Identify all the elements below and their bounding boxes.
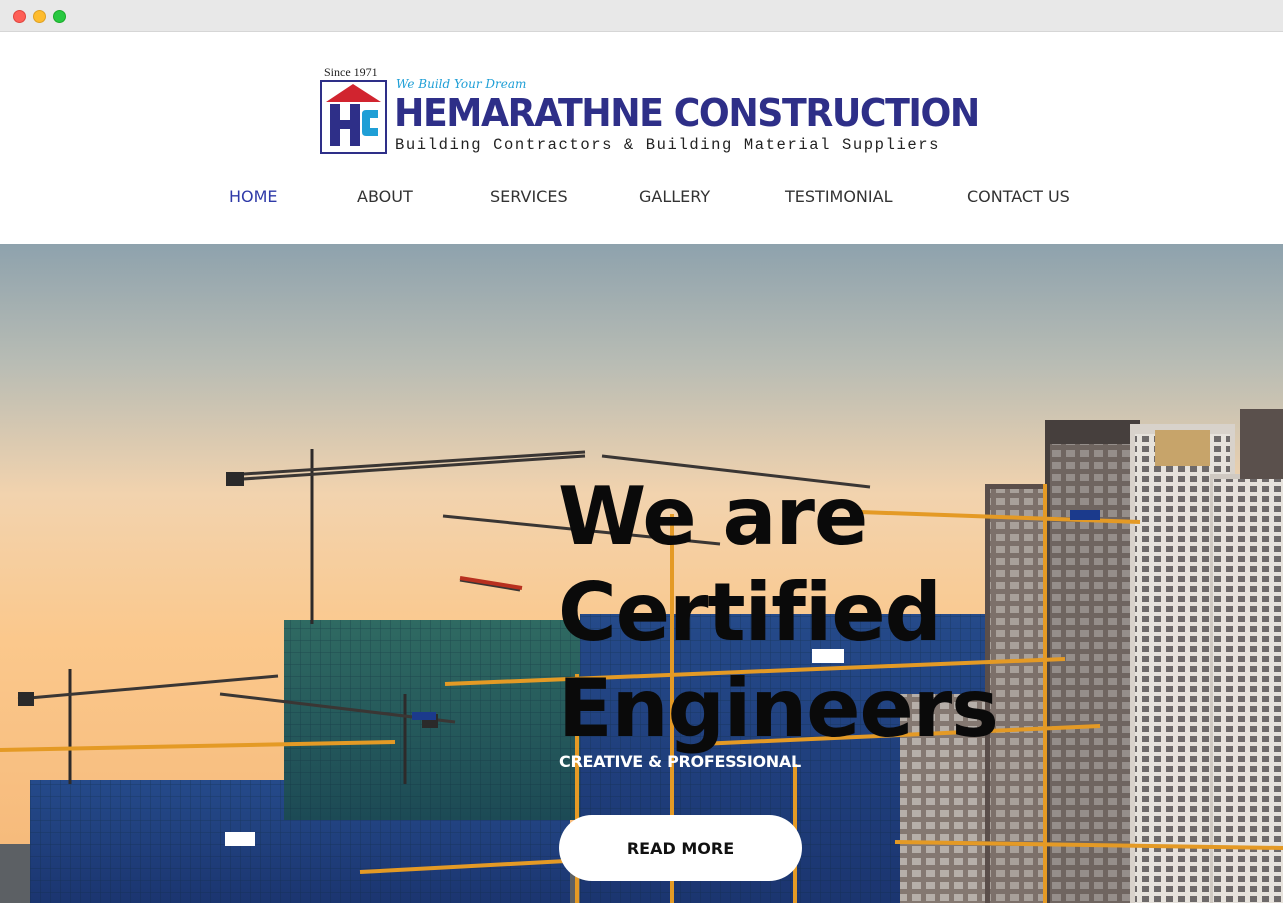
site-header: Since 1971 We Build Your Dream HEMARATHN… [0, 32, 1283, 244]
hero-headline-line: Engineers [558, 662, 999, 755]
nav-item-services[interactable]: SERVICES [490, 187, 568, 206]
logo-since-text: Since 1971 [324, 65, 378, 79]
nav-item-gallery[interactable]: GALLERY [639, 187, 710, 206]
zoom-window-button[interactable] [53, 10, 66, 23]
hero-headline: We are Certified Engineers [558, 469, 999, 757]
minimize-window-button[interactable] [33, 10, 46, 23]
hero-banner: We are Certified Engineers CREATIVE & PR… [0, 244, 1283, 903]
logo-brand-name: HEMARATHNE CONSTRUCTION [394, 91, 980, 135]
browser-window: Since 1971 We Build Your Dream HEMARATHN… [0, 0, 1283, 903]
window-titlebar [0, 0, 1283, 32]
house-logo-icon [320, 80, 387, 154]
nav-item-home[interactable]: HOME [229, 187, 278, 206]
main-nav: HOME ABOUT SERVICES GALLERY TESTIMONIAL … [0, 187, 1283, 211]
logo-tagline: We Build Your Dream [396, 77, 527, 91]
nav-item-about[interactable]: ABOUT [357, 187, 413, 206]
nav-item-contact-us[interactable]: CONTACT US [967, 187, 1070, 206]
hero-headline-line: Certified [558, 566, 942, 659]
hero-headline-line: We are [558, 470, 868, 563]
logo-subtitle: Building Contractors & Building Material… [395, 136, 941, 154]
nav-item-testimonial[interactable]: TESTIMONIAL [785, 187, 892, 206]
close-window-button[interactable] [13, 10, 26, 23]
hero-subline: CREATIVE & PROFESSIONAL [559, 752, 801, 771]
read-more-button[interactable]: READ MORE [559, 815, 802, 881]
site-logo[interactable]: Since 1971 We Build Your Dream HEMARATHN… [318, 64, 980, 190]
